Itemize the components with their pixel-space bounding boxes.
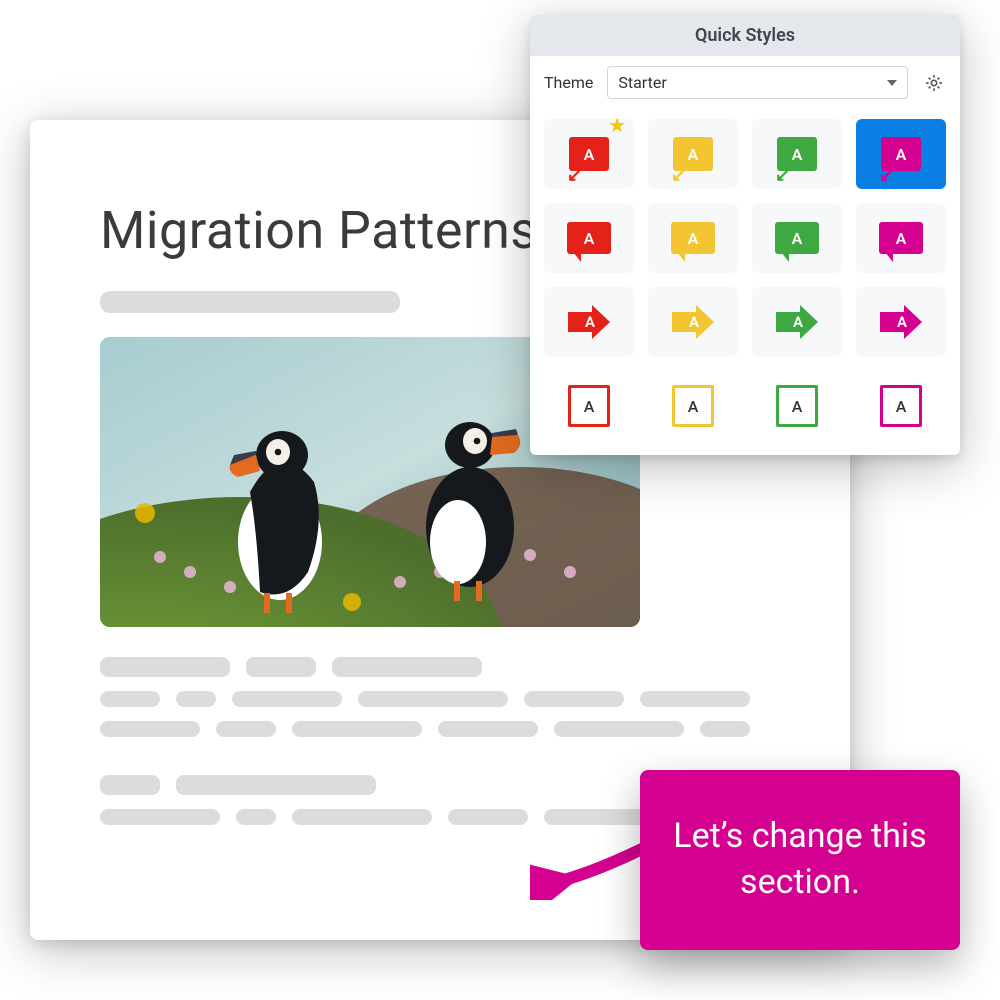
- style-swatch-outline-yellow[interactable]: A: [648, 371, 738, 441]
- style-swatch-outline-red[interactable]: A: [544, 371, 634, 441]
- style-swatch-arrow-magenta[interactable]: A: [856, 287, 946, 357]
- quick-styles-popover: Quick Styles Theme Starter ★ A↙ A↙ A↙ A↙: [530, 15, 960, 455]
- style-swatch-box-green[interactable]: A↙: [752, 119, 842, 189]
- placeholder-row: [100, 691, 780, 707]
- style-swatch-speech-red[interactable]: A: [544, 203, 634, 273]
- theme-label: Theme: [544, 73, 593, 92]
- placeholder-line: [100, 291, 400, 313]
- style-swatch-arrow-red[interactable]: A: [544, 287, 634, 357]
- placeholder-row: [100, 721, 780, 737]
- style-swatch-outline-green[interactable]: A: [752, 371, 842, 441]
- style-swatch-box-yellow[interactable]: A↙: [648, 119, 738, 189]
- callout-text: Let’s change this section.: [666, 814, 934, 906]
- gear-icon: [924, 73, 944, 93]
- style-swatch-arrow-yellow[interactable]: A: [648, 287, 738, 357]
- style-swatch-outline-magenta[interactable]: A: [856, 371, 946, 441]
- popover-title: Quick Styles: [530, 15, 960, 56]
- callout-note[interactable]: Let’s change this section.: [640, 770, 960, 950]
- style-swatches-grid: ★ A↙ A↙ A↙ A↙ A A A A A A: [530, 105, 960, 455]
- chevron-down-icon: [887, 80, 897, 86]
- placeholder-row: [100, 657, 780, 677]
- settings-button[interactable]: [922, 71, 946, 95]
- popover-toolbar: Theme Starter: [530, 56, 960, 105]
- style-swatch-box-red[interactable]: ★ A↙: [544, 119, 634, 189]
- style-swatch-arrow-green[interactable]: A: [752, 287, 842, 357]
- style-swatch-speech-magenta[interactable]: A: [856, 203, 946, 273]
- theme-select[interactable]: Starter: [607, 66, 908, 99]
- style-swatch-box-magenta[interactable]: A↙: [856, 119, 946, 189]
- theme-select-value: Starter: [618, 73, 666, 92]
- style-swatch-speech-yellow[interactable]: A: [648, 203, 738, 273]
- star-icon: ★: [608, 113, 626, 137]
- style-swatch-speech-green[interactable]: A: [752, 203, 842, 273]
